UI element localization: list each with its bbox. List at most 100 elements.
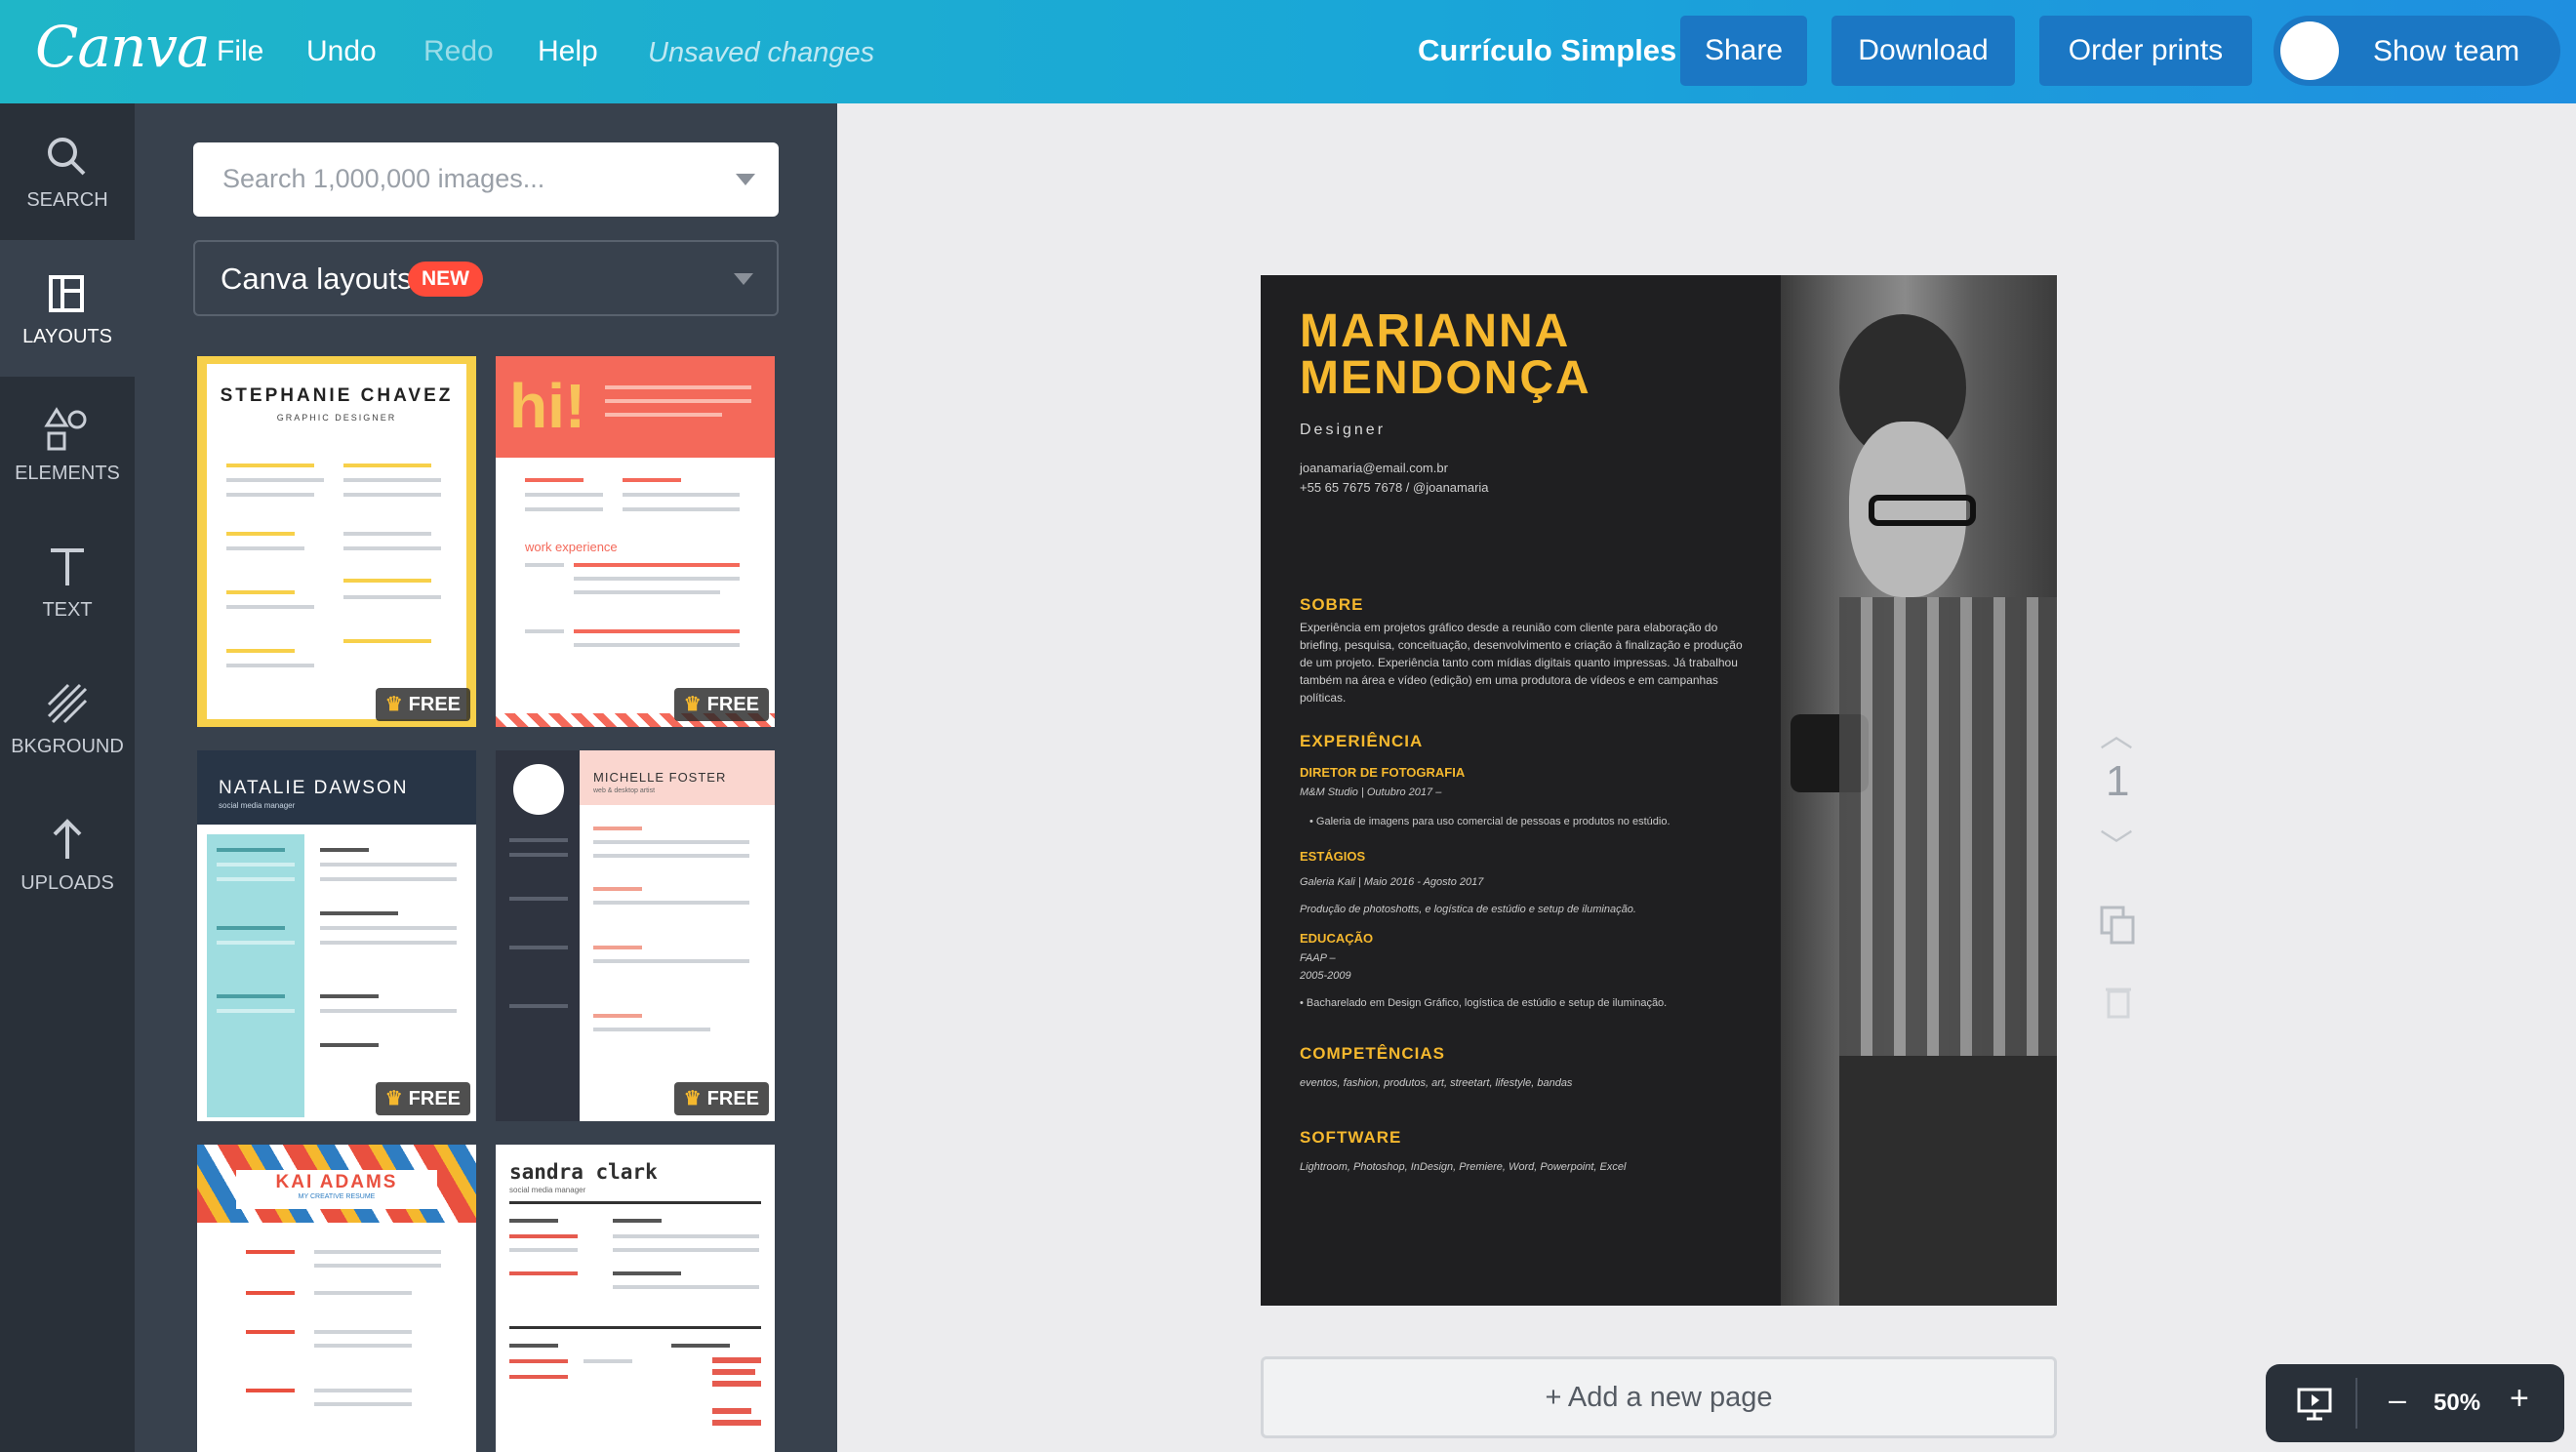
template-line: [671, 1344, 730, 1348]
document-title[interactable]: Currículo Simples: [1418, 33, 1676, 68]
template-line: [314, 1330, 412, 1334]
section-title-experiencia[interactable]: EXPERIÊNCIA: [1300, 732, 1423, 751]
template-subtitle: social media manager: [219, 801, 296, 810]
free-badge: ♛ FREE: [375, 1082, 470, 1115]
template-line: [525, 478, 584, 482]
template-title: KAI ADAMS: [275, 1172, 398, 1192]
section-title-competencias[interactable]: COMPETÊNCIAS: [1300, 1044, 1445, 1064]
template-line: [343, 464, 431, 467]
competencias-text[interactable]: eventos, fashion, produtos, art, streeta…: [1300, 1077, 1758, 1089]
order-prints-button[interactable]: Order prints: [2039, 16, 2252, 86]
template-line: [226, 590, 295, 594]
template-line: [623, 478, 681, 482]
template-line: [343, 579, 431, 583]
zoom-in-button[interactable]: +: [2510, 1380, 2529, 1418]
education-description[interactable]: • Bacharelado em Design Gráfico, logísti…: [1300, 997, 1758, 1009]
side-nav: SEARCH LAYOUTS ELEMENTS TEXT BKGROUND UP…: [0, 103, 135, 1452]
show-team-button[interactable]: Show team: [2274, 16, 2560, 86]
template-card[interactable]: KAI ADAMS MY CREATIVE RESUME: [197, 1145, 476, 1452]
template-line: [314, 1389, 412, 1392]
help-menu[interactable]: Help: [538, 35, 598, 68]
experience-bullet[interactable]: • Galeria de imagens para uso comercial …: [1309, 816, 1729, 827]
page-number: 1: [2106, 757, 2130, 805]
template-line: [574, 563, 740, 567]
section-title-educacao[interactable]: EDUCAÇÃO: [1300, 931, 1373, 946]
chevron-down-icon: [734, 273, 753, 285]
portrait-photo[interactable]: [1781, 275, 2057, 1306]
template-card[interactable]: STEPHANIE CHAVEZ GRAPHIC DESIGNER ♛ FREE: [197, 356, 476, 727]
redo-button[interactable]: Redo: [423, 35, 494, 68]
nav-elements[interactable]: ELEMENTS: [0, 377, 135, 513]
download-button[interactable]: Download: [1831, 16, 2015, 86]
template-line: [314, 1402, 412, 1406]
layouts-icon: [49, 275, 84, 312]
presentation-icon[interactable]: [2295, 1384, 2334, 1430]
estagios-description[interactable]: Produção de photoshotts, e logística de …: [1300, 904, 1758, 915]
estagios-place[interactable]: Galeria Kali | Maio 2016 - Agosto 2017: [1300, 876, 1758, 888]
move-page-up-icon[interactable]: ︿: [2100, 708, 2133, 756]
template-line: [314, 1344, 412, 1348]
template-line: [226, 464, 314, 467]
template-card[interactable]: hi! work experience ♛ FREE: [496, 356, 775, 727]
image-search-input[interactable]: Search 1,000,000 images...: [193, 142, 779, 217]
template-card[interactable]: NATALIE DAWSON social media manager ♛ FRE…: [197, 750, 476, 1121]
section-title-estagios[interactable]: ESTÁGIOS: [1300, 849, 1365, 864]
template-title: sandra clark: [509, 1160, 658, 1184]
template-subtitle: GRAPHIC DESIGNER: [276, 413, 397, 423]
section-title-sobre[interactable]: SOBRE: [1300, 595, 1363, 615]
template-line: [246, 1250, 295, 1254]
software-text[interactable]: Lightroom, Photoshop, InDesign, Premiere…: [1300, 1161, 1758, 1173]
nav-layouts[interactable]: LAYOUTS: [0, 240, 135, 377]
education-school[interactable]: FAAP –: [1300, 952, 1758, 964]
delete-page-icon[interactable]: [2104, 984, 2133, 1024]
undo-button[interactable]: Undo: [306, 35, 377, 68]
resume-email[interactable]: joanamaria@email.com.br: [1300, 461, 1448, 475]
add-page-button[interactable]: + Add a new page: [1261, 1356, 2057, 1438]
education-years[interactable]: 2005-2009: [1300, 970, 1758, 982]
resume-last-name[interactable]: MENDONÇA: [1300, 355, 1591, 402]
template-line: [525, 629, 564, 633]
template-line: [613, 1219, 662, 1223]
template-line: [574, 643, 740, 647]
file-menu[interactable]: File: [217, 35, 263, 68]
experience-job-title[interactable]: DIRETOR DE FOTOGRAFIA: [1300, 765, 1465, 780]
template-line: [593, 1028, 710, 1031]
template-line: [509, 1248, 578, 1252]
template-card[interactable]: MICHELLE FOSTER web & desktop artist ♛ FR…: [496, 750, 775, 1121]
resume-phone[interactable]: +55 65 7675 7678 / @joanamaria: [1300, 480, 1489, 495]
template-line: [584, 1359, 632, 1363]
section-title-software[interactable]: SOFTWARE: [1300, 1128, 1401, 1148]
template-line: [593, 946, 642, 949]
nav-background[interactable]: BKGROUND: [0, 650, 135, 786]
chevron-down-icon[interactable]: [736, 174, 755, 185]
resume-page[interactable]: MARIANNA MENDONÇA Designer joanamaria@em…: [1261, 275, 2057, 1306]
share-button[interactable]: Share: [1680, 16, 1807, 86]
template-line: [509, 1219, 558, 1223]
resume-role[interactable]: Designer: [1300, 422, 1386, 439]
layouts-dropdown[interactable]: Canva layouts NEW: [193, 240, 779, 316]
template-card[interactable]: sandra clark social media manager: [496, 1145, 775, 1452]
move-page-down-icon[interactable]: ﹀: [2100, 820, 2133, 867]
nav-search[interactable]: SEARCH: [0, 103, 135, 240]
template-line: [217, 1009, 295, 1013]
template-line: [605, 399, 751, 403]
canva-logo[interactable]: Canva: [35, 14, 211, 80]
save-status: Unsaved changes: [648, 37, 875, 68]
zoom-level[interactable]: 50%: [2434, 1390, 2480, 1417]
nav-text[interactable]: TEXT: [0, 513, 135, 650]
duplicate-page-icon[interactable]: [2098, 904, 2137, 951]
nav-search-label: SEARCH: [26, 189, 108, 211]
experience-place[interactable]: M&M Studio | Outubro 2017 –: [1300, 786, 1758, 798]
template-line: [509, 1004, 568, 1008]
section-text-sobre[interactable]: Experiência em projetos gráfico desde a …: [1300, 619, 1749, 706]
template-line: [593, 901, 749, 905]
zoom-out-button[interactable]: –: [2389, 1382, 2406, 1418]
nav-uploads[interactable]: UPLOADS: [0, 786, 135, 923]
nav-elements-label: ELEMENTS: [15, 463, 120, 484]
resume-first-name[interactable]: MARIANNA: [1300, 308, 1570, 355]
template-line: [246, 1330, 295, 1334]
template-line: [320, 877, 457, 881]
nav-background-label: BKGROUND: [11, 736, 124, 757]
diamond-icon: [513, 764, 564, 815]
template-line: [593, 827, 642, 830]
